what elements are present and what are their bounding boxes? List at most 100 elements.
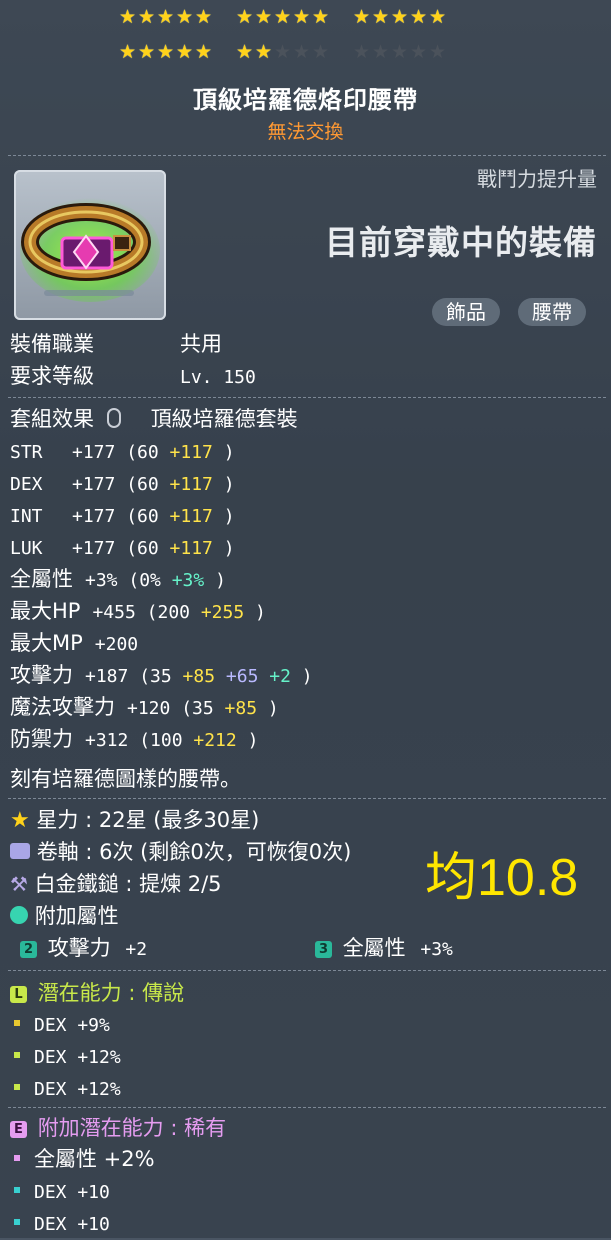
starforce-stars-row-2: ★ ★ ★ ★ ★ ★ ★ ★ ★ ★ ★ ★ ★ ★ ★ xyxy=(118,43,469,62)
stat-base: (35 xyxy=(181,698,225,719)
star-group: ★ ★ ★ ★ ★ xyxy=(235,8,330,27)
potential-line: DEX +12% xyxy=(10,1041,121,1073)
star-filled-icon: ★ xyxy=(292,6,311,28)
stat-total: +312 xyxy=(85,730,140,751)
req-job-row: 裝備職業 共用 xyxy=(10,329,222,359)
req-level-label: 要求等級 xyxy=(10,364,94,388)
stat-base: (60 xyxy=(126,538,170,559)
flame-line-1: 2 攻擊力 +2 xyxy=(20,933,147,965)
divider xyxy=(8,155,606,156)
bullet-icon xyxy=(14,1187,20,1193)
star-empty-icon: ★ xyxy=(409,41,428,63)
star-filled-icon: ★ xyxy=(254,41,273,63)
divider xyxy=(8,798,606,799)
potential-line: DEX +12% xyxy=(10,1073,121,1105)
tier-badge: 2 xyxy=(20,940,37,958)
stat-close: ) xyxy=(267,698,279,719)
potential-label: 潛在能力 xyxy=(37,981,122,1005)
star-filled-icon: ★ xyxy=(156,6,175,28)
potential-line: DEX +9% xyxy=(10,1009,110,1041)
stat-label: 防禦力 xyxy=(10,727,73,751)
stat-bonus: +2 xyxy=(269,666,302,687)
stat-close: ) xyxy=(223,474,235,495)
starforce-stars-row-1: ★ ★ ★ ★ ★ ★ ★ ★ ★ ★ ★ ★ ★ ★ ★ xyxy=(118,8,469,27)
trade-status: 無法交換 xyxy=(267,121,344,143)
stat-total: +200 xyxy=(94,634,139,655)
stat-close: ) xyxy=(223,442,235,463)
stat-row: 全屬性 +3% (0% +3% ) xyxy=(10,564,226,596)
stat-base: (60 xyxy=(126,474,170,495)
set-effect-value: 頂級培羅德套裝 xyxy=(150,407,298,431)
flame-stat-label: 攻擊力 xyxy=(47,936,111,960)
stat-bonus: +117 xyxy=(169,506,224,527)
star-group: ★ ★ ★ ★ ★ xyxy=(118,43,213,62)
flame-leaf-icon xyxy=(10,906,28,924)
star-group: ★ ★ ★ ★ ★ xyxy=(118,8,213,27)
flame-header-row: 附加屬性 xyxy=(10,901,119,931)
item-icon-frame xyxy=(14,170,166,320)
stat-base: (35 xyxy=(139,666,183,687)
stat-base: (0% xyxy=(128,570,172,591)
stat-bonus: +85 xyxy=(224,698,268,719)
star-filled-icon: ★ xyxy=(390,6,409,28)
star-filled-icon: ★ xyxy=(371,6,390,28)
req-level-row: 要求等級 Lv. 150 xyxy=(10,361,256,393)
epic-badge-icon: E xyxy=(10,1120,27,1138)
star-group: ★ ★ ★ ★ ★ xyxy=(352,8,447,27)
average-annotation: 均10.8 xyxy=(425,849,579,907)
potential-line-text: DEX +10 xyxy=(34,1182,110,1203)
star-empty-icon: ★ xyxy=(390,41,409,63)
star-filled-icon: ★ xyxy=(118,6,137,28)
stat-total: +177 xyxy=(72,442,127,463)
star-empty-icon: ★ xyxy=(352,41,371,63)
legendary-badge-icon: L xyxy=(10,985,27,1003)
stat-total: +120 xyxy=(127,698,182,719)
star-filled-icon: ★ xyxy=(175,6,194,28)
req-job-label: 裝備職業 xyxy=(10,332,94,356)
combat-power-label: 戰鬥力提升量 xyxy=(477,167,597,191)
star-empty-icon: ★ xyxy=(273,41,292,63)
stat-label: INT xyxy=(10,506,43,527)
potential-line-text: DEX +12% xyxy=(34,1047,121,1068)
star-filled-icon: ★ xyxy=(118,41,137,63)
star-empty-icon: ★ xyxy=(371,41,390,63)
hammer-label: 白金鐵鎚 xyxy=(34,872,119,896)
stat-row: 防禦力 +312 (100 +212 ) xyxy=(10,724,258,756)
star-filled-icon: ★ xyxy=(175,41,194,63)
star-filled-icon: ★ xyxy=(352,6,371,28)
flame-stat-label: 全屬性 xyxy=(342,936,406,960)
star-icon: ★ xyxy=(10,808,30,833)
starforce-row: ★ 星力 : 22星 (最多30星) xyxy=(10,805,259,836)
tag-belt: 腰帶 xyxy=(518,298,586,326)
stat-close: ) xyxy=(301,666,313,687)
stat-total: +3% xyxy=(85,570,129,591)
stat-bonus: +212 xyxy=(193,730,248,751)
stat-label: LUK xyxy=(10,538,43,559)
stat-total: +177 xyxy=(72,506,127,527)
bullet-icon xyxy=(14,1084,20,1090)
stat-label: STR xyxy=(10,442,43,463)
stat-row: STR +177 (60 +117 ) xyxy=(10,436,235,468)
star-filled-icon: ★ xyxy=(137,6,156,28)
stat-row: 攻擊力 +187 (35 +85 +65 +2 ) xyxy=(10,660,313,692)
stat-close: ) xyxy=(247,730,259,751)
star-group: ★ ★ ★ ★ ★ xyxy=(235,43,330,62)
stat-total: +455 xyxy=(92,602,147,623)
stat-base: (100 xyxy=(139,730,194,751)
divider xyxy=(8,1107,606,1108)
star-filled-icon: ★ xyxy=(156,41,175,63)
potential-grade: : 傳說 xyxy=(128,981,185,1005)
stat-bonus: +3% xyxy=(171,570,216,591)
stat-close: ) xyxy=(215,570,226,591)
set-effect-label: 套組效果 xyxy=(10,407,94,431)
stat-row: 魔法攻擊力 +120 (35 +85 ) xyxy=(10,692,279,724)
starforce-value: : 22星 (最多30星) xyxy=(85,808,260,832)
divider xyxy=(8,397,606,398)
req-job-value: 共用 xyxy=(180,332,222,356)
potential-line-text: 全屬性 +2% xyxy=(34,1147,155,1171)
star-empty-icon: ★ xyxy=(428,41,447,63)
star-empty-icon: ★ xyxy=(311,41,330,63)
req-level-value: Lv. 150 xyxy=(180,367,256,388)
hammer-icon: ⚒ xyxy=(10,872,28,896)
stat-close: ) xyxy=(223,506,235,527)
